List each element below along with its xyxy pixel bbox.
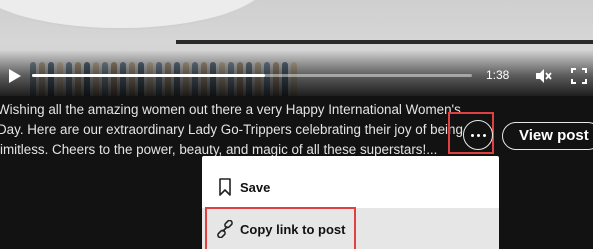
post-card: 1:38 Wishing all the amazing women out t… xyxy=(0,0,593,249)
video-dish-shape xyxy=(0,0,270,30)
video-wall-line xyxy=(176,40,593,44)
menu-item-label: Save xyxy=(240,180,271,195)
video-player[interactable]: 1:38 xyxy=(0,0,593,96)
video-controls: 1:38 xyxy=(0,64,593,88)
video-time: 1:38 xyxy=(486,68,510,82)
play-icon[interactable] xyxy=(6,68,22,84)
more-horizontal-icon xyxy=(471,134,474,137)
view-post-button[interactable]: View post xyxy=(502,122,593,150)
more-horizontal-icon xyxy=(483,134,486,137)
bookmark-icon xyxy=(219,178,231,196)
more-horizontal-icon xyxy=(477,134,480,137)
caption-line: Day. Here are our extraordinary Lady Go-… xyxy=(0,122,463,137)
video-progress-fill xyxy=(32,74,266,77)
caption-line: Wishing all the amazing women out there … xyxy=(0,102,461,117)
more-options-button[interactable] xyxy=(463,120,493,150)
video-progress-bar[interactable] xyxy=(32,74,472,77)
fullscreen-icon[interactable] xyxy=(571,68,587,84)
post-caption: Wishing all the amazing women out there … xyxy=(0,100,463,160)
copy-link-highlight xyxy=(205,207,356,249)
volume-muted-icon[interactable] xyxy=(534,67,552,85)
menu-item-save[interactable]: Save xyxy=(202,160,499,206)
